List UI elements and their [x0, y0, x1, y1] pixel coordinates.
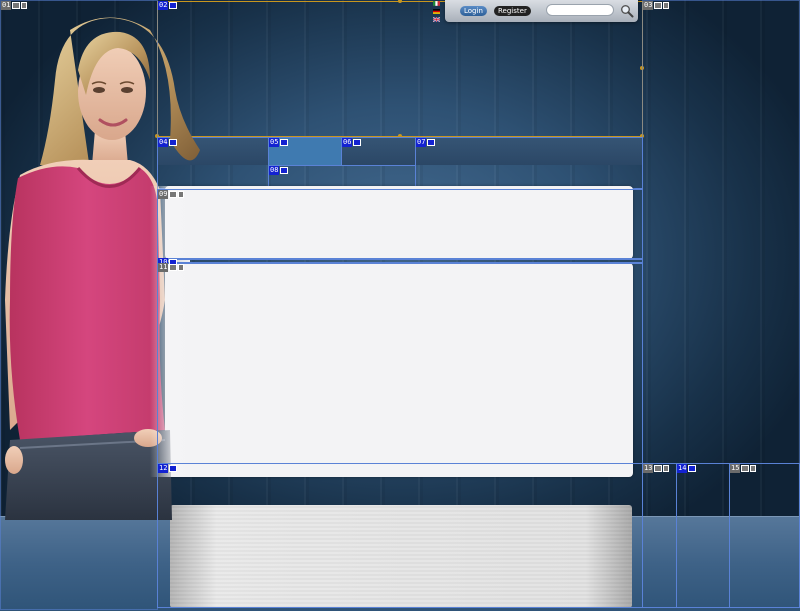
search-icon[interactable] [620, 4, 634, 18]
region-tag-13[interactable]: 13 [643, 464, 670, 473]
germany-flag-icon[interactable] [433, 9, 440, 14]
region-12[interactable] [157, 463, 643, 608]
region-07[interactable] [415, 137, 643, 189]
region-tag-07[interactable]: 07 [416, 138, 436, 147]
region-tag-01[interactable]: 01 [1, 1, 28, 10]
login-bar: Login Register [445, 0, 638, 22]
region-tag-06[interactable]: 06 [342, 138, 362, 147]
region-09[interactable] [157, 189, 643, 260]
region-14[interactable] [676, 463, 730, 608]
uk-flag-icon[interactable] [433, 17, 440, 22]
region-15[interactable] [729, 463, 800, 608]
region-13[interactable] [642, 463, 677, 608]
region-tag-09[interactable]: 09 [158, 190, 185, 199]
search-input[interactable] [546, 4, 614, 16]
region-tag-03[interactable]: 03 [643, 1, 670, 10]
region-tag-14[interactable]: 14 [677, 464, 697, 473]
region-tag-08[interactable]: 08 [269, 166, 289, 175]
login-button[interactable]: Login [460, 6, 487, 16]
region-11[interactable] [157, 262, 643, 464]
region-03[interactable] [642, 0, 800, 464]
region-tag-02[interactable]: 02 [158, 1, 178, 10]
region-tag-15[interactable]: 15 [730, 464, 757, 473]
italy-flag-icon[interactable] [433, 1, 440, 6]
region-01[interactable] [0, 0, 158, 610]
region-tag-12[interactable]: 12 [158, 464, 178, 473]
region-tag-05[interactable]: 05 [269, 138, 289, 147]
region-tag-04[interactable]: 04 [158, 138, 178, 147]
register-button[interactable]: Register [494, 6, 531, 16]
region-tag-11[interactable]: 11 [158, 263, 185, 272]
